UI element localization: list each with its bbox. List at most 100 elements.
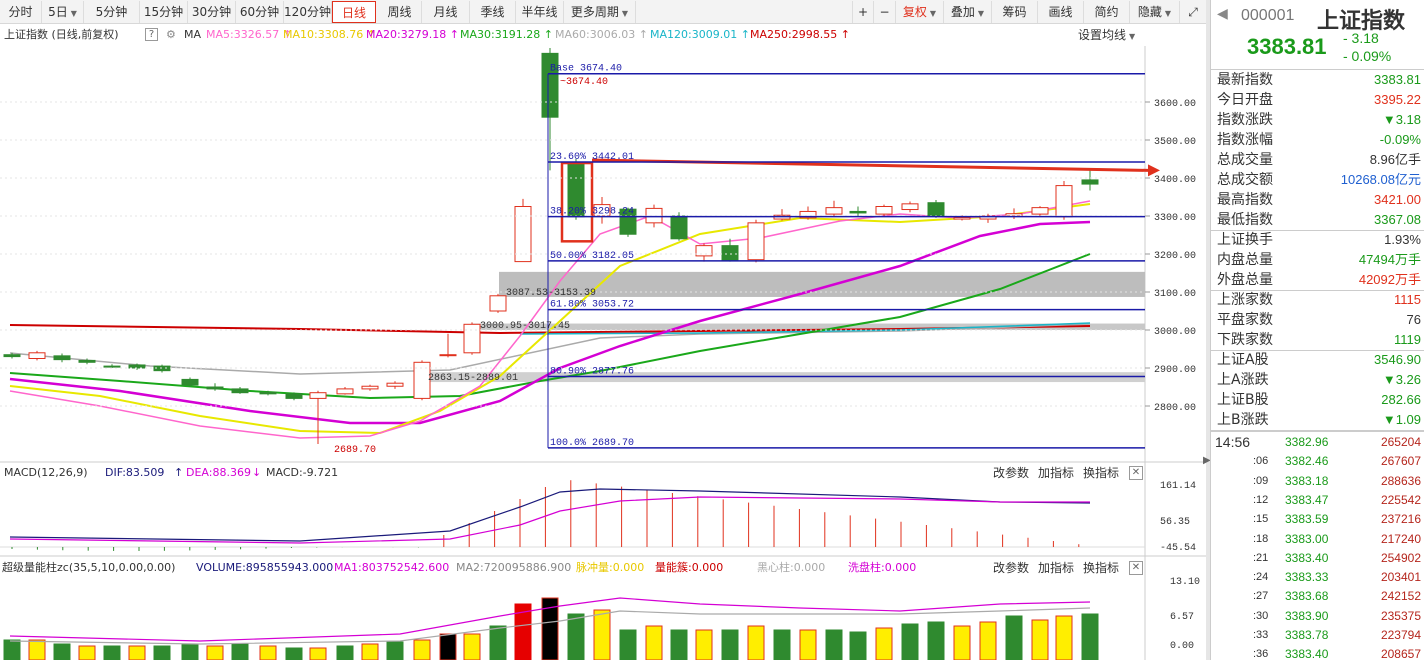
simple-mode-button[interactable]: 简约 <box>1084 1 1130 23</box>
close-icon[interactable]: ✕ <box>1129 561 1143 575</box>
stat-label: 最新指数 <box>1217 72 1273 88</box>
stat-label: 下跌家数 <box>1217 332 1273 348</box>
tick-time: :27 <box>1253 590 1269 603</box>
zoom-out-button[interactable]: − <box>874 1 896 23</box>
pulse-volume: 脉冲量:0.000 <box>576 561 645 574</box>
stat-value: 3367.08 <box>1374 212 1421 227</box>
ma5-text: MA5:3326.57 <box>206 28 280 41</box>
period-tab-5min[interactable]: 5分钟 <box>84 1 140 23</box>
chips-button[interactable]: 筹码 <box>992 1 1038 23</box>
tick-volume: 225542 <box>1380 492 1421 507</box>
fib-level-label: 80.90% 2877.76 <box>550 366 634 377</box>
volume-bar <box>825 629 843 660</box>
candle-body <box>825 207 843 215</box>
volume-add-indicator-button[interactable]: 加指标 <box>1038 558 1074 578</box>
hide-dropdown[interactable]: 隐藏 ▼ <box>1130 1 1180 23</box>
period-tab-60min[interactable]: 60分钟 <box>236 1 284 23</box>
tick-price: 3383.18 <box>1285 473 1329 488</box>
stat-row: 上证A股 3546.90 <box>1211 350 1424 370</box>
tick-time: :12 <box>1253 493 1269 506</box>
price-tick-label: 3600.00 <box>1154 99 1196 110</box>
ma20-text: MA20:3279.18 <box>366 28 447 41</box>
fib-level-label: 100.0% 2689.70 <box>550 438 634 449</box>
volume-bar <box>361 643 379 660</box>
ma20-value: MA20:3279.18 ↑ <box>366 24 459 46</box>
volume-header: 超级量能柱zc(35,5,10,0.00,0.00) VOLUME:895855… <box>0 558 1206 578</box>
candle-body <box>645 207 663 224</box>
stat-label: 总成交额 <box>1217 172 1273 188</box>
volume-switch-indicator-button[interactable]: 换指标 <box>1083 558 1119 578</box>
tick-volume: 288636 <box>1380 473 1421 488</box>
tick-time: :06 <box>1253 455 1269 468</box>
volume-axis-label: 6.57 <box>1170 612 1194 623</box>
period-tab-5day[interactable]: 5日 ▼ <box>42 1 84 23</box>
adjust-dropdown[interactable]: 复权 ▼ <box>896 1 944 23</box>
period-tab-120min[interactable]: 120分钟 <box>284 1 332 23</box>
stat-row: 外盘总量 42092万手 <box>1211 270 1424 290</box>
period-tab-intraday[interactable]: 分时 <box>0 1 42 23</box>
collapse-icon[interactable]: ◀ <box>1217 6 1228 22</box>
tick-volume: 217240 <box>1380 531 1421 546</box>
candle-body <box>336 388 354 395</box>
candle-body <box>28 352 46 359</box>
candle-body <box>439 354 457 357</box>
stat-row: 上证换手 1.93% <box>1211 230 1424 250</box>
draw-line-button[interactable]: 画线 <box>1038 1 1084 23</box>
candle-body <box>721 245 739 261</box>
candle-body <box>285 393 303 399</box>
tick-row: 14:56 3382.96 265204 <box>1211 433 1424 452</box>
price-tick-label: 2900.00 <box>1154 365 1196 376</box>
restore-icon[interactable]: ⤢ <box>1182 1 1204 23</box>
candle-body <box>695 245 713 257</box>
ma250-value: MA250:2998.55 ↑ <box>750 24 850 46</box>
dea-arrow: ↓ <box>252 466 262 479</box>
volume-bar <box>670 629 688 660</box>
overlay-dropdown[interactable]: 叠加 ▼ <box>944 1 992 23</box>
volume-params-button[interactable]: 改参数 <box>993 558 1029 578</box>
volume-cluster: 量能簇:0.000 <box>655 561 724 574</box>
ma30-arrow: ↑ <box>543 28 553 41</box>
ma-settings-dropdown[interactable]: 设置均线 ▼ <box>1078 24 1135 48</box>
tick-time: 14:56 <box>1215 434 1251 450</box>
period-tab-monthly[interactable]: 月线 <box>422 1 470 23</box>
stat-label: 上证A股 <box>1217 352 1269 368</box>
more-periods-dropdown[interactable]: 更多周期 ▼ <box>564 1 636 23</box>
period-tab-15min[interactable]: 15分钟 <box>140 1 188 23</box>
stat-value: 1115 <box>1394 292 1421 307</box>
chevron-down-icon: ▼ <box>70 9 77 18</box>
macd-switch-indicator-button[interactable]: 换指标 <box>1083 463 1119 483</box>
stat-row: 下跌家数 1119 <box>1211 330 1424 350</box>
help-icon[interactable]: ? <box>145 28 158 41</box>
tick-time: :09 <box>1253 474 1269 487</box>
zoom-in-button[interactable]: + <box>852 1 874 23</box>
stat-label: 上B涨跌 <box>1217 412 1269 428</box>
close-icon[interactable]: ✕ <box>1129 466 1143 480</box>
ma10-value: MA10:3308.76 ↑ <box>283 24 376 46</box>
candle-body <box>875 206 893 215</box>
candle-body <box>901 203 919 211</box>
macd-params-button[interactable]: 改参数 <box>993 463 1029 483</box>
period-tab-30min[interactable]: 30分钟 <box>188 1 236 23</box>
tick-volume: 267607 <box>1380 454 1421 469</box>
period-tab-quarterly[interactable]: 季线 <box>470 1 516 23</box>
period-tab-halfyear[interactable]: 半年线 <box>516 1 564 23</box>
stat-value: 3546.90 <box>1374 352 1421 367</box>
period-tab-weekly[interactable]: 周线 <box>378 1 422 23</box>
adjust-label: 复权 <box>902 5 927 19</box>
volume-bar <box>103 645 121 660</box>
macd-add-indicator-button[interactable]: 加指标 <box>1038 463 1074 483</box>
candle-body <box>849 210 867 214</box>
stat-label: 最高指数 <box>1217 192 1273 208</box>
gear-icon[interactable]: ⚙ <box>166 24 176 46</box>
period-tab-daily[interactable]: 日线 <box>332 1 376 23</box>
annotation-text: 2863.15-2889.01 <box>428 373 518 384</box>
quote-header: ◀ 000001 上证指数 3383.81 - 3.18 - 0.09% <box>1211 0 1424 70</box>
ma5-value: MA5:3326.57 ↑ <box>206 24 292 46</box>
candle-body <box>514 206 532 263</box>
tick-time: :24 <box>1253 571 1269 584</box>
candle-body <box>181 378 199 386</box>
tick-row: :36 3383.40 208657 <box>1211 645 1424 660</box>
ma30-value: MA30:3191.28 ↑ <box>460 24 553 46</box>
stat-value: ▼3.18 <box>1382 112 1421 127</box>
tick-volume: 254902 <box>1380 550 1421 565</box>
